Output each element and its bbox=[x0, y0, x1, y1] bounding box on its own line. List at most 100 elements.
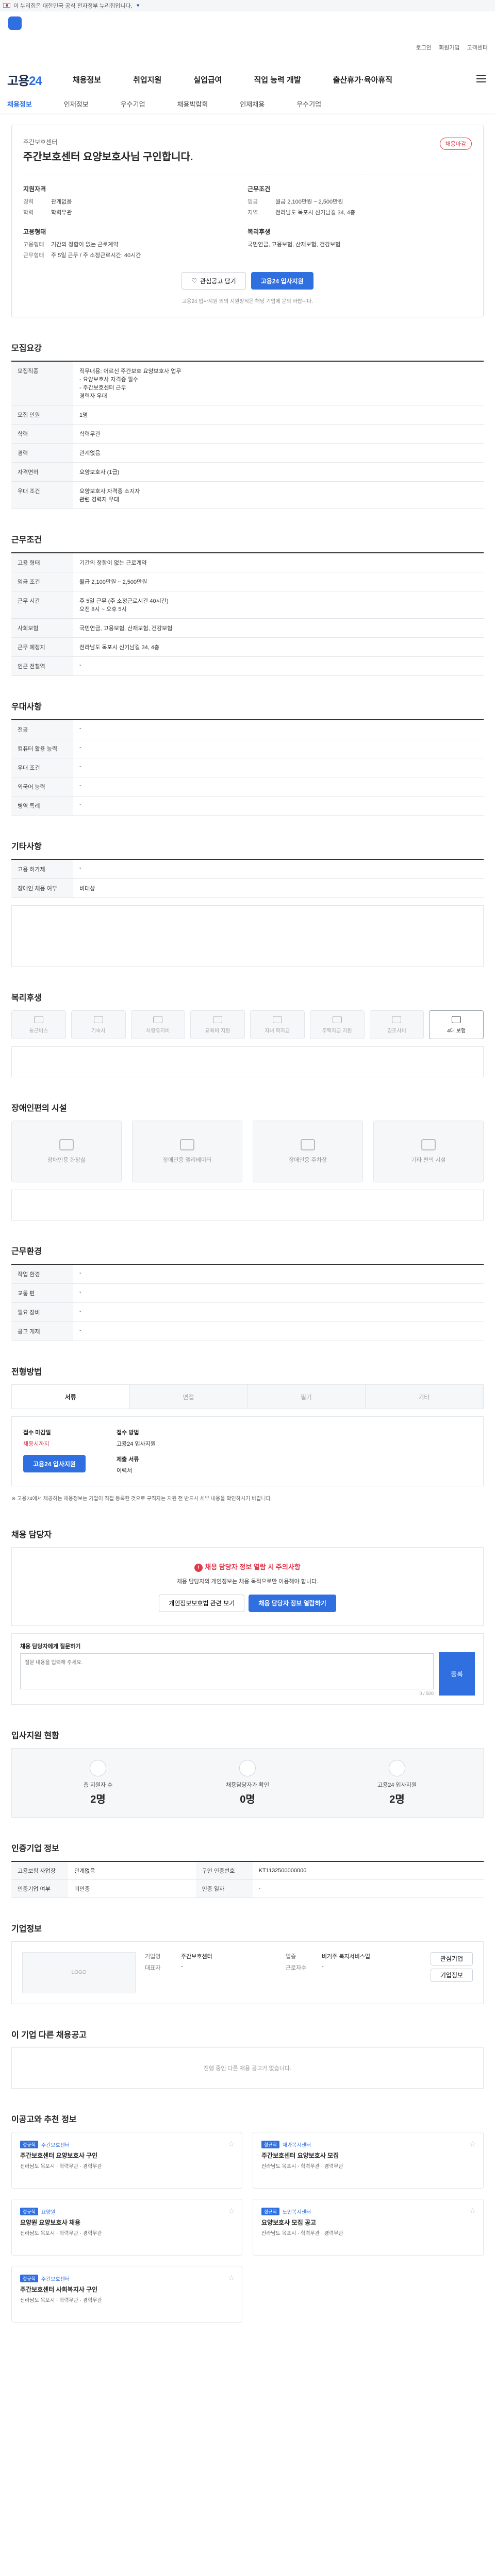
summary-welfare: 복리후생 국민연금, 고용보험, 산재보험, 건강보험 bbox=[248, 227, 472, 262]
job-title: 주간보호센터 요양보호사님 구인합니다. bbox=[23, 151, 193, 163]
view-contact-button[interactable]: 채용 담당자 정보 열람하기 bbox=[249, 1594, 336, 1612]
subnav-3[interactable]: 채용박람회 bbox=[177, 99, 208, 109]
welfare-label: 기숙사 bbox=[91, 1028, 106, 1034]
main-nav: 고용24 채용정보 취업지원 실업급여 직업 능력 개발 출산휴가·육아휴직 bbox=[0, 68, 495, 91]
recruit-row: 학력 학력무관 bbox=[11, 424, 484, 444]
menu-icon[interactable] bbox=[476, 75, 486, 82]
prefer-value: - bbox=[73, 758, 484, 777]
star-icon[interactable]: ☆ bbox=[228, 2140, 235, 2148]
summary-row: 학력 학력무관 bbox=[23, 208, 248, 216]
section-title-recruit: 모집요강 bbox=[11, 344, 42, 353]
summary-v: 국민연금, 고용보험, 산재보험, 건강보험 bbox=[248, 242, 341, 248]
question-input-area: 채용 담당자에게 질문하기 0 / 500 bbox=[20, 1642, 434, 1696]
work-row: 근무 예정지 전라남도 목포시 신기남길 34, 4층 bbox=[11, 637, 484, 657]
util-signup[interactable]: 회원가입 bbox=[439, 43, 459, 52]
ministry-logo[interactable] bbox=[8, 16, 22, 30]
star-icon[interactable]: ☆ bbox=[469, 2140, 476, 2148]
status-badge: 채용마감 bbox=[439, 138, 472, 150]
nav-support[interactable]: 취업지원 bbox=[133, 74, 161, 85]
summary-h: 고용형태 bbox=[23, 228, 46, 235]
card-corp: 정규직 노인복지센터 bbox=[261, 2207, 475, 2215]
welfare-icon bbox=[332, 1015, 342, 1023]
summary-k: 학력 bbox=[23, 210, 34, 216]
util-help[interactable]: 고객센터 bbox=[467, 43, 488, 52]
summary-v: 기간의 정함이 없는 근로계약 bbox=[51, 242, 119, 248]
summary-conditions: 근무조건 임금 월급 2,100만원 ~ 2,500만원 지역 전라남도 목포시 신… bbox=[248, 184, 472, 219]
interest-label: 관심공고 담기 bbox=[200, 277, 236, 285]
follow-company-button[interactable]: 관심기업 bbox=[430, 1952, 473, 1965]
subnav-2[interactable]: 우수기업 bbox=[121, 99, 145, 109]
star-icon[interactable]: ☆ bbox=[228, 2207, 235, 2215]
welfare-item: 자녀 학자금 bbox=[250, 1010, 305, 1039]
stat-item: 총 지원자 수 2명 bbox=[23, 1759, 173, 1806]
company-name[interactable]: 주간보호센터 bbox=[23, 138, 472, 146]
site-brand[interactable]: 고용24 bbox=[7, 71, 42, 89]
section-title-contact: 채용 담당자 bbox=[11, 1530, 52, 1539]
method-tab-interview[interactable]: 면접 bbox=[129, 1385, 248, 1409]
work-key: 인근 전철역 bbox=[11, 656, 73, 676]
subnav-4[interactable]: 인재채용 bbox=[240, 99, 265, 109]
info-value: - bbox=[252, 1879, 484, 1898]
subnav-0[interactable]: 채용정보 bbox=[7, 99, 32, 109]
card-corp-name: 노인복지센터 bbox=[282, 2209, 311, 2215]
question-box: 채용 담당자에게 질문하기 0 / 500 등록 bbox=[11, 1633, 484, 1705]
person-icon bbox=[90, 1759, 106, 1776]
alert-body: 채용 담당자의 개인정보는 채용 목적으로만 이용해야 합니다. bbox=[176, 1578, 319, 1585]
recommend-card[interactable]: 정규직 노인복지센터 요양보호사 모집 공고 전라남도 목포시 · 학력무관 · 경력… bbox=[253, 2198, 484, 2256]
recommend-card[interactable]: 정규직 요양원 요양원 요양보호사 채용 전라남도 목포시 · 학력무관 · 경력무관… bbox=[11, 2198, 242, 2256]
util-login[interactable]: 로그인 bbox=[416, 43, 432, 52]
recommend-card[interactable]: 정규직 재가복지센터 주간보호센터 요양보호사 모집 전라남도 목포시 · 학력무관 … bbox=[253, 2131, 484, 2189]
question-textarea[interactable] bbox=[20, 1653, 434, 1689]
card-corp: 정규직 요양원 bbox=[20, 2207, 234, 2215]
card-title: 요양원 요양보호사 채용 bbox=[20, 2218, 81, 2226]
company-more-button[interactable]: 기업정보 bbox=[430, 1968, 473, 1982]
recruit-key: 경력 bbox=[11, 443, 73, 463]
prefer-value: - bbox=[73, 720, 484, 739]
work-key: 임금 조건 bbox=[11, 572, 73, 591]
star-icon[interactable]: ☆ bbox=[469, 2207, 476, 2215]
star-icon[interactable]: ☆ bbox=[228, 2274, 235, 2282]
subnav-1[interactable]: 인재정보 bbox=[64, 99, 89, 109]
recruit-value: 요양보호사 (1급) bbox=[73, 462, 484, 482]
nav-benefit[interactable]: 실업급여 bbox=[193, 74, 222, 85]
prefer-value: - bbox=[73, 777, 484, 796]
info-key: 인증 일자 bbox=[195, 1879, 253, 1898]
privacy-button[interactable]: 개인정보보호법 관련 보기 bbox=[159, 1594, 245, 1612]
recommend-card[interactable]: 정규직 주간보호센터 주간보호센터 요양보호사 구인 전라남도 목포시 · 학력무관 … bbox=[11, 2131, 242, 2189]
welfare-label: 4대 보험 bbox=[447, 1028, 466, 1034]
welfare-item: 차량유지비 bbox=[130, 1010, 186, 1039]
location-value: - bbox=[73, 1302, 484, 1322]
disability-label: 장애인용 주차장 bbox=[289, 1157, 327, 1163]
interest-button[interactable]: ♡ 관심공고 담기 bbox=[182, 272, 246, 290]
summary-row: 근무형태 주 5일 근무 / 주 소정근로시간: 40시간 bbox=[23, 251, 248, 259]
summary-actions: ♡ 관심공고 담기 고용24 입사지원 bbox=[23, 272, 472, 290]
recruit-value: 요양보호사 자격증 소지자 관련 경력자 우대 bbox=[73, 481, 484, 509]
location-row: 작업 환경 - bbox=[11, 1264, 484, 1284]
question-submit-button[interactable]: 등록 bbox=[439, 1652, 475, 1696]
nav-jobs[interactable]: 채용정보 bbox=[73, 74, 101, 85]
summary-employment: 고용형태 고용형태 기간의 정함이 없는 근로계약 근무형태 주 5일 근무 / 주… bbox=[23, 227, 248, 262]
info-key: 인증기업 여부 bbox=[11, 1879, 68, 1898]
card-tag: 정규직 bbox=[20, 2274, 38, 2282]
info-row: 인증기업 여부 미인증 인증 일자 - bbox=[11, 1879, 484, 1898]
disability-item: 장애인용 화장실 bbox=[11, 1121, 122, 1182]
method-apply-button[interactable]: 고용24 입사지원 bbox=[23, 1455, 86, 1472]
apply-button[interactable]: 고용24 입사지원 bbox=[251, 272, 314, 290]
prefer-row: 병역 특례 - bbox=[11, 796, 484, 816]
section-title-info: 인증기업 정보 bbox=[11, 1844, 59, 1853]
method-h: 접수 방법 bbox=[116, 1430, 139, 1436]
nav-training[interactable]: 직업 능력 개발 bbox=[254, 74, 301, 85]
nav-leave[interactable]: 출산휴가·육아휴직 bbox=[333, 74, 392, 85]
subnav-5[interactable]: 우수기업 bbox=[296, 99, 321, 109]
work-value: 국민연금, 고용보험, 산재보험, 건강보험 bbox=[73, 618, 484, 638]
recommend-card[interactable]: 정규직 주간보호센터 주간보호센터 사회복지사 구인 전라남도 목포시 · 학력무관 … bbox=[11, 2265, 242, 2323]
company-box: LOGO 기업명 주간보호센터 업종 비거주 복지서비스업 대표자 - 근로자수 - 관… bbox=[11, 1941, 484, 2004]
method-tab-docs[interactable]: 서류 bbox=[12, 1385, 130, 1409]
gov-banner-expand[interactable] bbox=[137, 2, 140, 9]
method-tab-written[interactable]: 필기 bbox=[248, 1385, 366, 1409]
method-tabs: 서류 면접 필기 기타 bbox=[11, 1384, 484, 1409]
sub-nav: 채용정보 인재정보 우수기업 채용박람회 인재채용 우수기업 bbox=[0, 94, 495, 113]
summary-k: 경력 bbox=[23, 199, 34, 205]
method-tab-etc[interactable]: 기타 bbox=[365, 1385, 483, 1409]
card-meta: 전라남도 목포시 · 학력무관 · 경력무관 bbox=[20, 2298, 102, 2304]
